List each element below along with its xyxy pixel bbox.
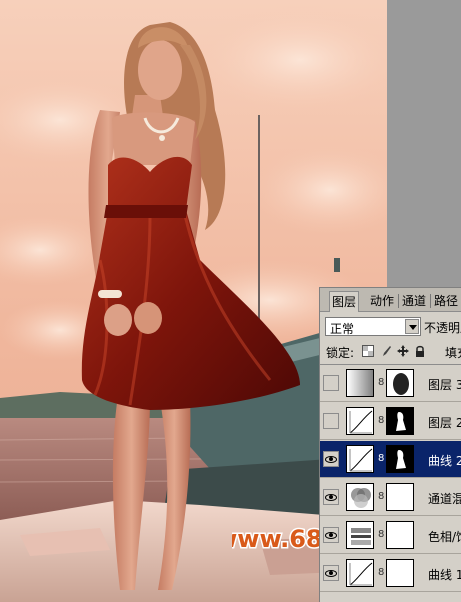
link-icon[interactable]: 8: [378, 567, 384, 578]
white-mask: [386, 521, 414, 549]
visibility-toggle[interactable]: [323, 527, 339, 543]
white-mask: [386, 483, 414, 511]
transparency-lock-icon[interactable]: [362, 345, 374, 357]
tab-divider: [398, 294, 399, 308]
all-lock-icon[interactable]: [414, 345, 426, 357]
tab-layers[interactable]: 图层: [329, 291, 360, 312]
tab-actions[interactable]: 动作: [368, 291, 396, 312]
layer-name: 色相/饱和度 1: [428, 530, 461, 544]
link-icon[interactable]: 8: [378, 491, 384, 502]
layer-name: 曲线 1: [428, 568, 461, 582]
layer-row[interactable]: 8 通道混合器 1: [320, 479, 461, 516]
curves-thumbnail: [346, 559, 374, 587]
layer-name: 曲线 2: [428, 454, 461, 468]
tab-paths[interactable]: 路径: [432, 291, 460, 312]
figure-mask: [386, 445, 414, 473]
tab-channels[interactable]: 通道: [400, 291, 428, 312]
lock-label: 锁定:: [326, 346, 355, 360]
channel-mixer-thumbnail: [346, 483, 374, 511]
move-lock-icon[interactable]: [397, 345, 409, 357]
white-mask: [386, 559, 414, 587]
brush-lock-icon[interactable]: [380, 345, 392, 357]
opacity-label: 不透明度: [424, 321, 461, 335]
curves-thumbnail: [346, 407, 374, 435]
chevron-down-icon[interactable]: [405, 319, 419, 334]
layer-row[interactable]: 8 色相/饱和度 1: [320, 517, 461, 554]
visibility-toggle[interactable]: [323, 565, 339, 581]
eye-icon: [325, 570, 337, 577]
visibility-toggle[interactable]: [323, 451, 339, 467]
eye-icon: [325, 456, 337, 463]
visibility-toggle[interactable]: [323, 375, 339, 391]
link-icon[interactable]: 8: [378, 529, 384, 540]
blend-mode-select[interactable]: 正常: [325, 317, 421, 336]
figure-mask: [386, 407, 414, 435]
layer-row[interactable]: 8 曲线 1: [320, 555, 461, 592]
layer-name: 图层 2: [428, 416, 461, 430]
blend-mode-value: 正常: [330, 322, 355, 336]
fill-label: 填充: [445, 346, 461, 360]
layers-panel: 图层 动作 通道 路径 正常 不透明度 锁定: 填充: [319, 287, 461, 602]
link-icon[interactable]: 8: [378, 453, 384, 464]
gradient-thumbnail: [346, 369, 374, 397]
hue-saturation-thumbnail: [346, 521, 374, 549]
curves-thumbnail: [346, 445, 374, 473]
eye-icon: [325, 494, 337, 501]
visibility-toggle[interactable]: [323, 489, 339, 505]
layer-row[interactable]: 8 图层 3: [320, 365, 461, 402]
link-icon[interactable]: 8: [378, 377, 384, 388]
panel-tabs: 图层 动作 通道 路径: [320, 288, 461, 312]
link-icon[interactable]: 8: [378, 415, 384, 426]
layer-name: 图层 3: [428, 378, 461, 392]
layer-row-selected[interactable]: 8 曲线 2: [320, 441, 461, 478]
layer-row[interactable]: 8 图层 2: [320, 403, 461, 440]
layer-name: 通道混合器 1: [428, 492, 461, 506]
tab-divider: [430, 294, 431, 308]
eye-icon: [325, 532, 337, 539]
visibility-toggle[interactable]: [323, 413, 339, 429]
layers-list: 8 图层 3 8 图层 2 8 曲线 2 8 通道 8 色相/ 8 曲线 1: [320, 364, 461, 602]
lock-row: 锁定: 填充: [320, 340, 461, 364]
dark-mask: [386, 369, 414, 397]
